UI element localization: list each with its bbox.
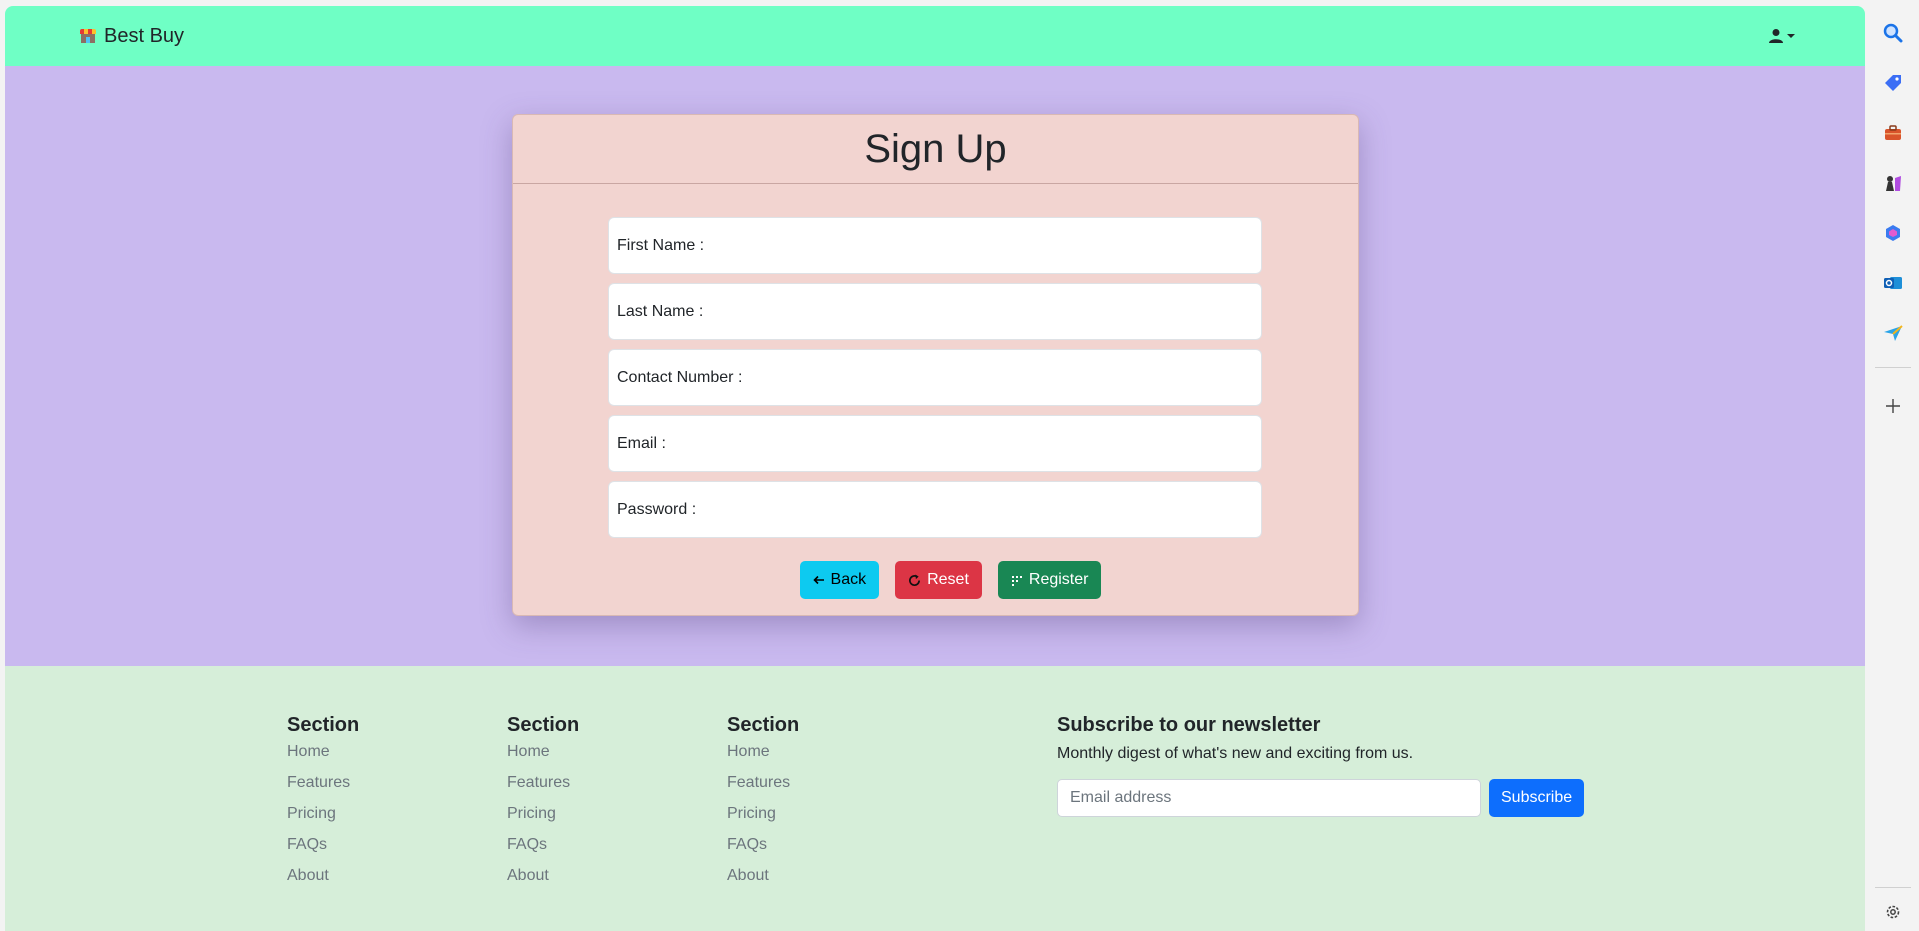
register-button-label: Register (1028, 571, 1089, 588)
add-icon[interactable] (1881, 394, 1905, 418)
back-button[interactable]: Back (799, 561, 880, 599)
last-name-field[interactable]: Last Name : (608, 283, 1262, 340)
footer-link-pricing[interactable]: Pricing (287, 805, 359, 823)
back-button-label: Back (830, 571, 867, 588)
subscribe-button[interactable]: Subscribe (1489, 779, 1585, 817)
footer-link-features[interactable]: Features (727, 774, 799, 792)
settings-icon[interactable] (1881, 900, 1905, 924)
copilot-icon[interactable] (1881, 221, 1905, 245)
refresh-icon (909, 573, 921, 586)
password-field[interactable]: Password : (608, 481, 1262, 538)
page-title: Sign Up (864, 126, 1007, 171)
arrow-left-icon (812, 575, 824, 585)
reset-button-label: Reset (927, 571, 969, 588)
footer: Section Home Features Pricing FAQs About… (5, 666, 1865, 931)
browser-sidebar (1866, 0, 1919, 931)
footer-link-home[interactable]: Home (727, 743, 799, 761)
email-label: Email : (617, 434, 666, 452)
footer-link-home[interactable]: Home (287, 743, 359, 761)
footer-column-title: Section (727, 714, 800, 736)
footer-link-about[interactable]: About (507, 867, 579, 885)
sidebar-bottom (1866, 865, 1919, 931)
brand-link[interactable]: Best Buy (80, 25, 184, 48)
footer-link-features[interactable]: Features (507, 774, 579, 792)
footer-column-1: Section Home Features Pricing FAQs About (287, 714, 359, 898)
navbar: Best Buy (5, 6, 1865, 66)
contact-number-field[interactable]: Contact Number : (608, 349, 1262, 406)
footer-link-about[interactable]: About (287, 867, 359, 885)
newsletter-title: Subscribe to our newsletter (1057, 714, 1321, 736)
footer-link-about[interactable]: About (727, 867, 799, 885)
outlook-icon[interactable] (1881, 271, 1905, 295)
first-name-label: First Name : (617, 236, 705, 254)
footer-column-title: Section (507, 714, 580, 736)
brand-name: Best Buy (104, 24, 185, 47)
newsletter-description: Monthly digest of what's new and excitin… (1057, 745, 1414, 762)
signup-form: First Name : Last Name : Contact Number … (608, 217, 1262, 547)
register-button[interactable]: Register (997, 561, 1102, 599)
password-label: Password : (617, 500, 697, 518)
newsletter: Subscribe to our newsletter Monthly dige… (1057, 714, 1585, 817)
newsletter-email-input[interactable] (1057, 779, 1481, 817)
footer-link-pricing[interactable]: Pricing (507, 805, 579, 823)
newsletter-form: Subscribe (1057, 779, 1585, 817)
reset-button[interactable]: Reset (895, 561, 982, 599)
search-icon[interactable] (1881, 21, 1905, 45)
send-icon[interactable] (1881, 321, 1905, 345)
footer-column-3: Section Home Features Pricing FAQs About (727, 714, 799, 898)
sidebar-divider (1874, 367, 1911, 368)
footer-column-title: Section (287, 714, 360, 736)
footer-link-faqs[interactable]: FAQs (507, 836, 579, 854)
footer-column-2: Section Home Features Pricing FAQs About (507, 714, 579, 898)
footer-link-features[interactable]: Features (287, 774, 359, 792)
footer-link-pricing[interactable]: Pricing (727, 805, 799, 823)
email-field[interactable]: Email : (608, 415, 1262, 472)
sidebar-divider (1874, 887, 1911, 888)
main-section: Sign Up First Name : Last Name : Contact… (5, 66, 1865, 666)
tag-icon[interactable] (1881, 71, 1905, 95)
user-icon (1769, 29, 1783, 43)
first-name-field[interactable]: First Name : (608, 217, 1262, 274)
footer-link-home[interactable]: Home (507, 743, 579, 761)
signup-card: Sign Up First Name : Last Name : Contact… (512, 114, 1359, 616)
card-header: Sign Up (513, 115, 1358, 184)
chess-icon[interactable] (1881, 171, 1905, 195)
footer-link-faqs[interactable]: FAQs (287, 836, 359, 854)
register-icon (1011, 576, 1022, 586)
form-actions: Back Reset Register (513, 561, 1358, 599)
page-viewport: Best Buy Sign Up First Name : Last Name … (5, 6, 1865, 931)
shop-icon (80, 29, 96, 43)
user-menu-toggle[interactable] (1768, 28, 1795, 44)
last-name-label: Last Name : (617, 302, 704, 320)
briefcase-icon[interactable] (1881, 121, 1905, 145)
footer-link-faqs[interactable]: FAQs (727, 836, 799, 854)
contact-number-label: Contact Number : (617, 368, 743, 386)
chevron-down-icon (1787, 34, 1795, 38)
